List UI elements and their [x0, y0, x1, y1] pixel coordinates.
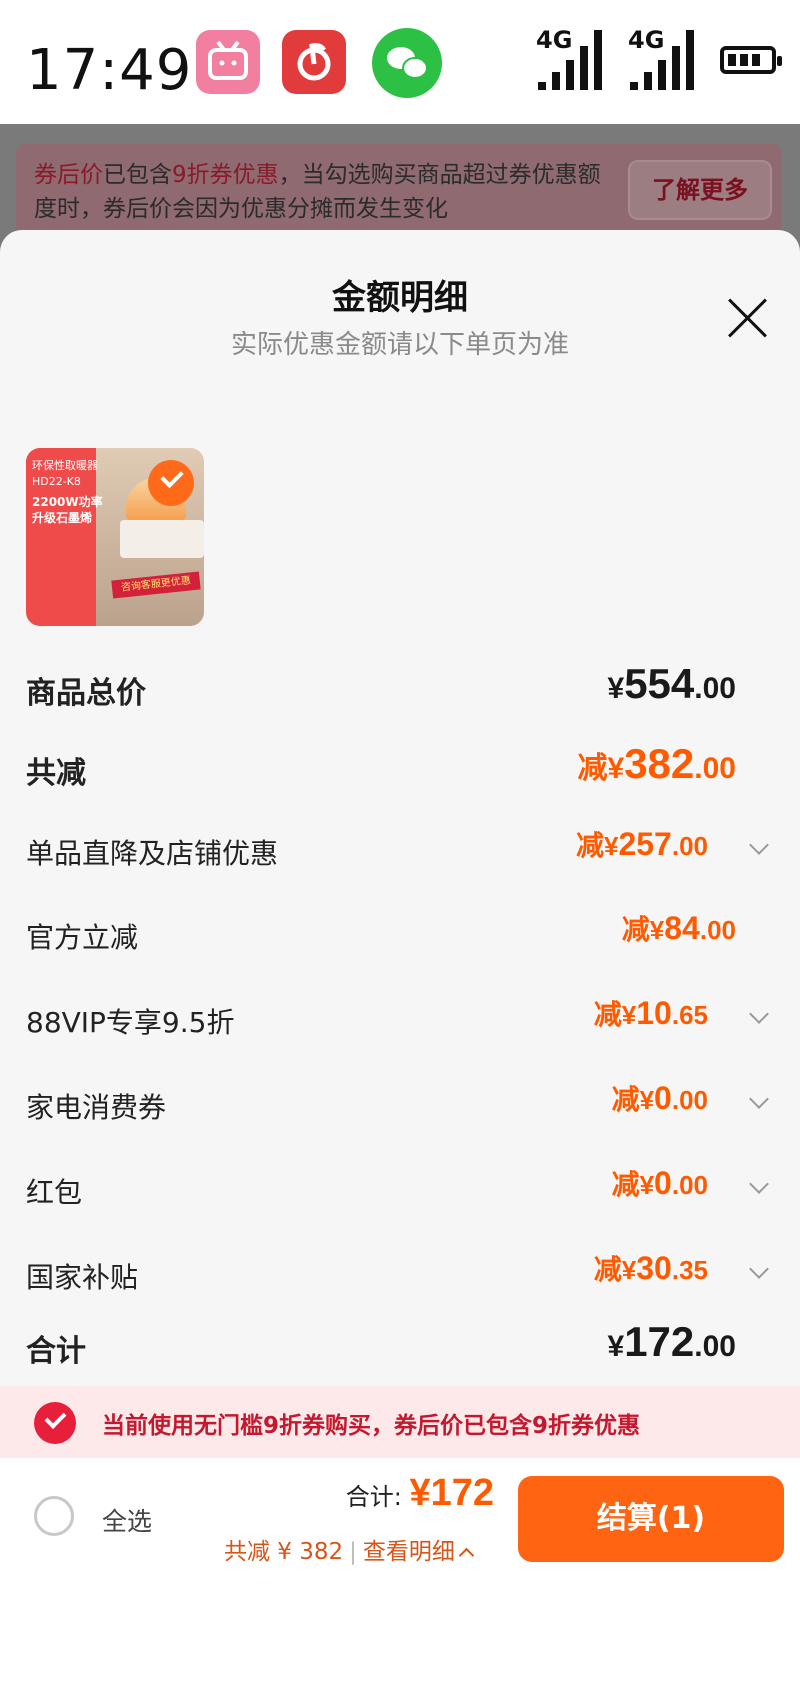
view-detail-link[interactable]: 查看明细	[363, 1539, 455, 1565]
close-icon[interactable]	[724, 294, 772, 342]
status-bar: 17:49 4G 4G	[0, 0, 800, 124]
learn-more-button[interactable]: 了解更多	[628, 160, 772, 220]
chevron-up-icon[interactable]	[458, 1547, 475, 1564]
coupon-info-text: 券后价已包含9折券优惠，当勾选购买商品超过券优惠额度时，券后价会因为优惠分摊而发…	[34, 162, 601, 222]
row-label: 商品总价	[26, 676, 146, 711]
row-label: 合计	[26, 1334, 86, 1369]
row-label: 官方立减	[26, 921, 139, 954]
row-88vip-discount[interactable]: 88VIP专享9.5折 减¥10.65	[0, 993, 800, 1053]
chevron-down-icon[interactable]	[749, 1089, 769, 1109]
total-summary: 合计: ¥172	[345, 1472, 494, 1514]
chevron-down-icon[interactable]	[749, 1259, 769, 1279]
product-thumbnail-text: 环保性取暖器 HD22-K8 2200W功率 升级石墨烯	[32, 459, 103, 525]
check-circle-icon	[34, 1402, 76, 1444]
row-value: ¥554.00	[607, 660, 736, 707]
row-appliance-coupon[interactable]: 家电消费券 减¥0.00	[0, 1078, 800, 1138]
row-total-price: 商品总价 ¥554.00	[0, 660, 800, 720]
row-official-discount: 官方立减 减¥84.00	[0, 908, 800, 968]
coupon-notice-bar: 当前使用无门槛9折券购买，券后价已包含9折券优惠	[0, 1386, 800, 1458]
row-red-packet[interactable]: 红包 减¥0.00	[0, 1163, 800, 1223]
row-label: 红包	[26, 1176, 83, 1209]
sheet-subtitle: 实际优惠金额请以下单页为准	[230, 330, 569, 360]
coupon-info-banner: 券后价已包含9折券优惠，当勾选购买商品超过券优惠额度时，券后价会因为优惠分摊而发…	[16, 144, 782, 244]
row-label: 国家补贴	[26, 1261, 139, 1294]
select-all-label[interactable]: 全选	[102, 1502, 152, 1538]
row-label: 单品直降及店铺优惠	[26, 837, 279, 870]
battery-icon	[720, 46, 782, 74]
row-store-discount[interactable]: 单品直降及店铺优惠 减¥257.00	[0, 824, 800, 884]
row-label: 88VIP专享9.5折	[26, 1006, 235, 1039]
cell-signal-icon: 4G	[536, 26, 608, 96]
row-label: 家电消费券	[26, 1091, 167, 1124]
checkout-bar: 全选 合计: ¥172 共减 ¥ 382 | 查看明细 结算(1)	[0, 1458, 800, 1688]
row-value: 减¥382.00	[577, 740, 736, 787]
sheet-title: 金额明细	[332, 278, 468, 318]
chevron-down-icon[interactable]	[749, 1174, 769, 1194]
row-value: ¥172.00	[607, 1318, 736, 1365]
cell-signal-icon: 4G	[628, 26, 700, 96]
row-value: 减¥257.00	[575, 826, 708, 862]
saved-summary[interactable]: 共减 ¥ 382 | 查看明细	[224, 1532, 475, 1566]
coupon-notice-text: 当前使用无门槛9折券购买，券后价已包含9折券优惠	[102, 1413, 641, 1439]
row-value: 减¥84.00	[621, 910, 736, 946]
chevron-down-icon[interactable]	[749, 835, 769, 855]
wechat-app-icon	[372, 28, 442, 98]
row-national-subsidy[interactable]: 国家补贴 减¥30.35	[0, 1248, 800, 1308]
bilibili-app-icon	[196, 30, 260, 94]
product-selected-check-icon[interactable]	[148, 460, 194, 506]
select-all-radio[interactable]	[34, 1496, 74, 1536]
product-thumbnail[interactable]: 环保性取暖器 HD22-K8 2200W功率 升级石墨烯 咨询客服更优惠	[26, 448, 204, 626]
total-amount: ¥172	[409, 1472, 494, 1514]
row-total-discount: 共减 减¥382.00	[0, 740, 800, 800]
checkout-button[interactable]: 结算(1)	[518, 1476, 784, 1562]
row-grand-total: 合计 ¥172.00	[0, 1318, 800, 1378]
row-value: 减¥0.00	[611, 1080, 708, 1116]
row-label: 共减	[26, 756, 86, 791]
amount-detail-sheet: 金额明细 实际优惠金额请以下单页为准 环保性取暖器 HD22-K8 2200W功…	[0, 230, 800, 1688]
netease-music-app-icon	[282, 30, 346, 94]
chevron-down-icon[interactable]	[749, 1004, 769, 1024]
row-value: 减¥10.65	[593, 995, 708, 1031]
row-value: 减¥30.35	[593, 1250, 708, 1286]
row-value: 减¥0.00	[611, 1165, 708, 1201]
status-time: 17:49	[26, 38, 193, 103]
